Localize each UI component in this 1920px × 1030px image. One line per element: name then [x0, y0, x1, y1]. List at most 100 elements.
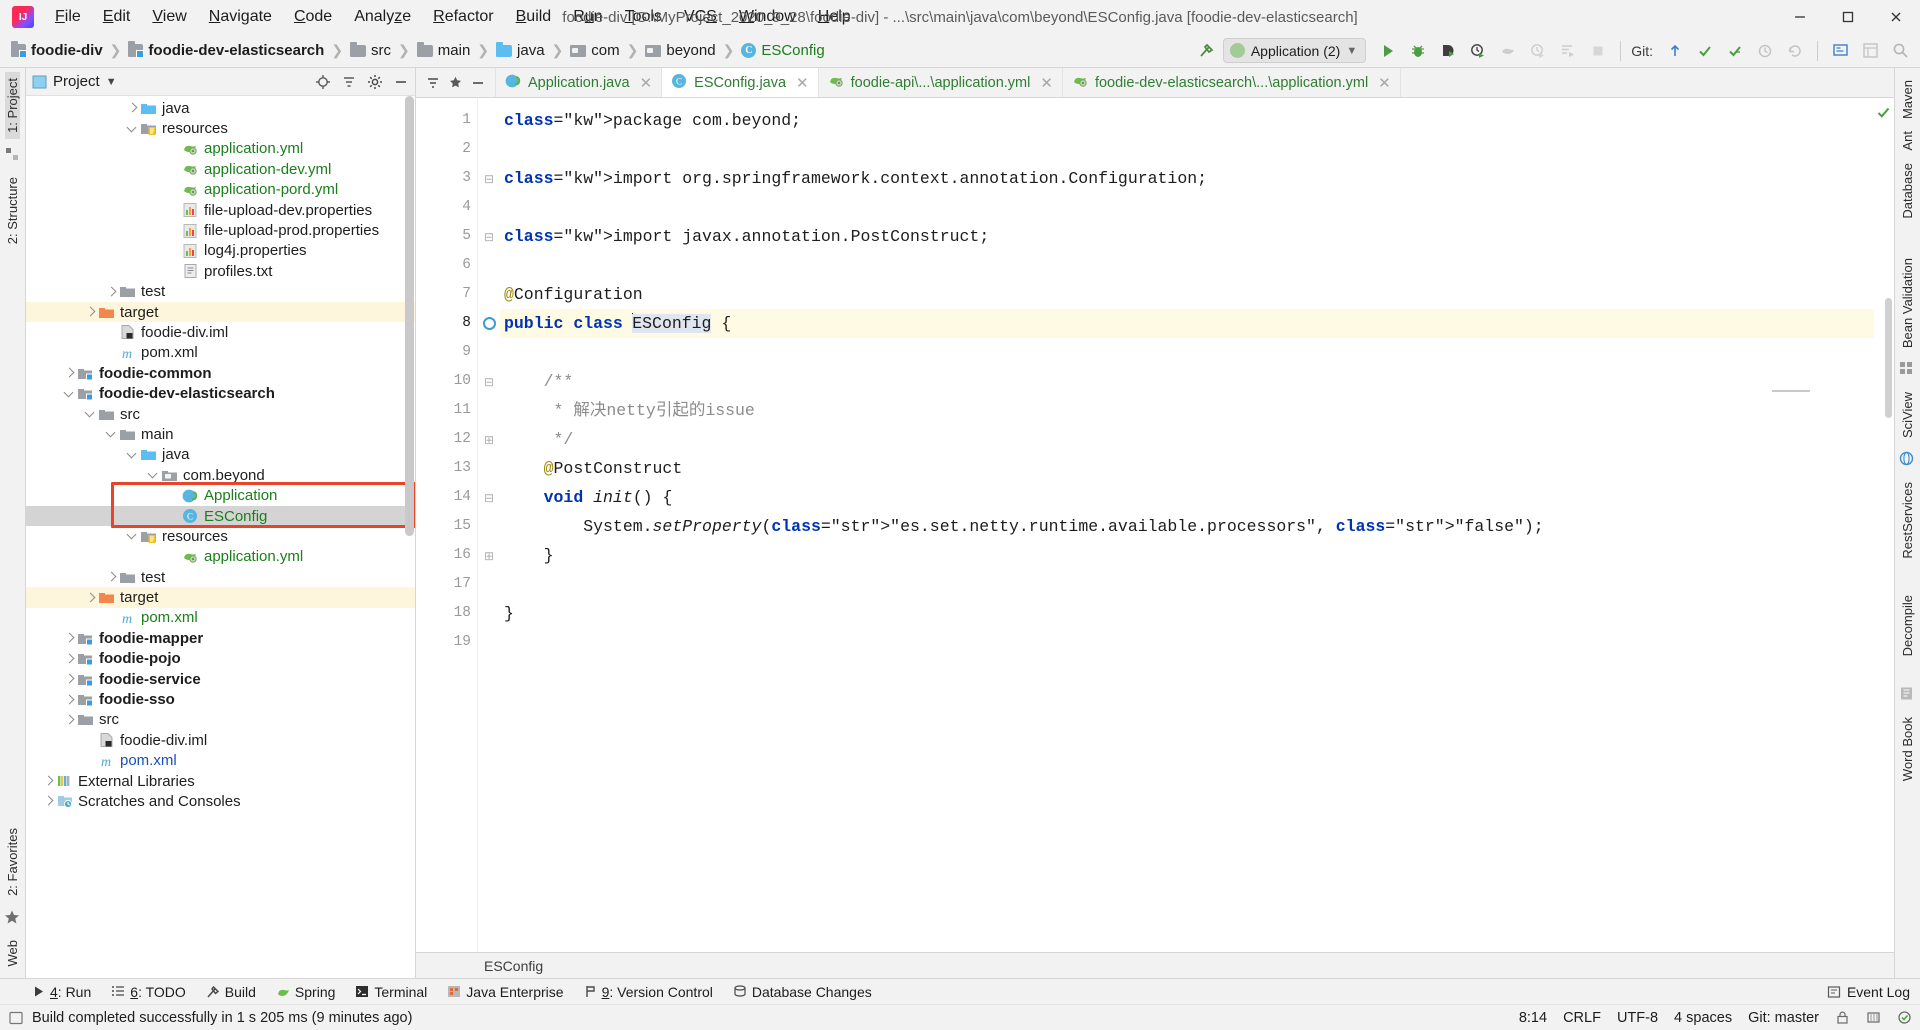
- line-number[interactable]: 1: [416, 106, 477, 135]
- tool-window-button-6-todo[interactable]: 6: TODO: [101, 982, 196, 1002]
- lock-icon[interactable]: [1835, 1010, 1850, 1025]
- tree-item-application-yml[interactable]: application.yml: [26, 139, 415, 159]
- git-revert-icon[interactable]: [1781, 38, 1809, 64]
- editor-scrollbar-thumb[interactable]: [1885, 298, 1892, 418]
- tree-item-external-libraries[interactable]: External Libraries: [26, 771, 415, 791]
- tool-window-button-build[interactable]: Build: [196, 982, 266, 1002]
- rail-structure[interactable]: 2: Structure: [5, 171, 20, 250]
- menu-tools[interactable]: Tools: [614, 4, 673, 30]
- breadcrumb-item-java[interactable]: java: [491, 39, 550, 62]
- chevron-down-icon[interactable]: [124, 451, 140, 459]
- code-line-10[interactable]: /**: [500, 367, 1874, 396]
- close-button[interactable]: [1872, 0, 1920, 34]
- menu-help[interactable]: Help: [807, 4, 862, 30]
- line-number[interactable]: 13: [416, 454, 477, 483]
- inspection-widget-icon[interactable]: [1897, 1010, 1912, 1025]
- code-line-8[interactable]: public class ESConfig {: [500, 309, 1874, 338]
- hide-editor-icon[interactable]: [471, 76, 485, 90]
- tool-window-bar[interactable]: 4: Run 6: TODO Build Spring Terminal Java Ent…: [0, 978, 1920, 1004]
- tree-item-profiles-txt[interactable]: profiles.txt: [26, 261, 415, 281]
- tree-item-application[interactable]: Application: [26, 485, 415, 505]
- code-line-15[interactable]: System.setProperty(class="str">"es.set.n…: [500, 512, 1874, 541]
- menu-window[interactable]: Window: [728, 4, 807, 30]
- breadcrumb-item-beyond[interactable]: beyond: [640, 39, 720, 62]
- profile-icon[interactable]: [1464, 38, 1492, 64]
- breadcrumb-item-foodie-div[interactable]: foodie-div: [6, 39, 108, 62]
- tree-item-application-pord-yml[interactable]: application-pord.yml: [26, 180, 415, 200]
- code-line-13[interactable]: @PostConstruct: [500, 454, 1874, 483]
- git-commit-icon[interactable]: [1691, 38, 1719, 64]
- menu-navigate[interactable]: Navigate: [198, 4, 283, 30]
- line-number[interactable]: 5: [416, 222, 477, 251]
- tree-item-target[interactable]: target: [26, 301, 415, 323]
- indent-setting[interactable]: 4 spaces: [1674, 1010, 1732, 1026]
- file-encoding[interactable]: UTF-8: [1617, 1010, 1658, 1026]
- editor-tab-application-java[interactable]: Application.java ✕: [496, 68, 663, 97]
- gutter-run-icon[interactable]: [478, 309, 500, 338]
- chevron-right-icon[interactable]: [82, 308, 98, 316]
- tab-close-icon[interactable]: ✕: [1378, 74, 1391, 92]
- chevron-right-icon[interactable]: [124, 104, 140, 112]
- code-line-19[interactable]: [500, 628, 1874, 657]
- tree-item-scratches-and-consoles[interactable]: Scratches and Consoles: [26, 791, 415, 811]
- tree-item-target[interactable]: target: [26, 587, 415, 608]
- code-line-14[interactable]: void init() {: [500, 483, 1874, 512]
- line-number[interactable]: 18: [416, 599, 477, 628]
- tree-item-foodie-service[interactable]: foodie-service: [26, 669, 415, 689]
- line-number[interactable]: 9: [416, 338, 477, 367]
- chevron-right-icon[interactable]: [82, 594, 98, 602]
- breadcrumb-item-esconfig[interactable]: C ESConfig: [736, 39, 829, 62]
- sort-tabs-icon[interactable]: [426, 76, 440, 90]
- tree-item-resources[interactable]: resources: [26, 526, 415, 546]
- tree-item-java[interactable]: java: [26, 98, 415, 118]
- rerun-icon[interactable]: [1524, 38, 1552, 64]
- tree-item-foodie-div-iml[interactable]: foodie-div.iml: [26, 730, 415, 750]
- tree-item-foodie-dev-elasticsearch[interactable]: foodie-dev-elasticsearch: [26, 383, 415, 403]
- tree-item-log4j-properties[interactable]: log4j.properties: [26, 241, 415, 261]
- line-separator[interactable]: CRLF: [1563, 1010, 1601, 1026]
- rail-maven[interactable]: Maven: [1900, 74, 1915, 125]
- fold-marker-import2[interactable]: ⊟: [478, 222, 500, 251]
- chevron-right-icon[interactable]: [61, 716, 77, 724]
- tree-item-src[interactable]: src: [26, 710, 415, 730]
- editor-tab-foodie-dev-elasticsearch-application-yml[interactable]: foodie-dev-elasticsearch\...\application…: [1063, 68, 1401, 97]
- git-history-icon[interactable]: [1751, 38, 1779, 64]
- tree-item-foodie-mapper[interactable]: foodie-mapper: [26, 628, 415, 648]
- chevron-down-icon[interactable]: [61, 390, 77, 398]
- tree-item-pom-xml[interactable]: m pom.xml: [26, 751, 415, 771]
- search-icon[interactable]: [1886, 38, 1914, 64]
- code-line-7[interactable]: @Configuration: [500, 280, 1874, 309]
- line-number[interactable]: 3: [416, 164, 477, 193]
- menu-refactor[interactable]: Refactor: [422, 4, 504, 30]
- tree-item-resources[interactable]: resources: [26, 118, 415, 138]
- fold-marker-import[interactable]: ⊟: [478, 164, 500, 193]
- line-number[interactable]: 14: [416, 483, 477, 512]
- code-line-2[interactable]: [500, 135, 1874, 164]
- git-branch-widget[interactable]: Git: master: [1748, 1010, 1819, 1026]
- tab-close-icon[interactable]: ✕: [796, 74, 809, 92]
- tree-item-foodie-pojo[interactable]: foodie-pojo: [26, 649, 415, 669]
- tree-item-esconfig[interactable]: C ESConfig: [26, 505, 415, 527]
- breadcrumb-item-com[interactable]: com: [565, 39, 624, 62]
- line-number[interactable]: 6: [416, 251, 477, 280]
- code-line-16[interactable]: }: [500, 541, 1874, 570]
- tree-item-pom-xml[interactable]: m pom.xml: [26, 343, 415, 363]
- code-line-9[interactable]: [500, 338, 1874, 367]
- rail-database[interactable]: Database: [1900, 157, 1915, 225]
- breadcrumb-item-foodie-dev-elasticsearch[interactable]: foodie-dev-elasticsearch: [123, 39, 329, 62]
- menu-view[interactable]: View: [141, 4, 197, 30]
- project-structure-icon[interactable]: [1856, 38, 1884, 64]
- tree-item-foodie-div-iml[interactable]: foodie-div.iml: [26, 322, 415, 342]
- run-icon[interactable]: [1374, 38, 1402, 64]
- tree-item-application-dev-yml[interactable]: application-dev.yml: [26, 159, 415, 179]
- tree-item-main[interactable]: main: [26, 424, 415, 444]
- tree-item-application-yml[interactable]: application.yml: [26, 547, 415, 567]
- code-line-11[interactable]: * 解决netty引起的issue: [500, 396, 1874, 425]
- menu-vcs[interactable]: VCS: [673, 4, 728, 30]
- tool-window-button-9-version-control[interactable]: 9: Version Control: [574, 982, 723, 1002]
- search-everywhere-icon[interactable]: [1826, 38, 1854, 64]
- tree-item-file-upload-prod-properties[interactable]: file-upload-prod.properties: [26, 220, 415, 240]
- line-number[interactable]: 11: [416, 396, 477, 425]
- line-number[interactable]: 2: [416, 135, 477, 164]
- line-number[interactable]: 16: [416, 541, 477, 570]
